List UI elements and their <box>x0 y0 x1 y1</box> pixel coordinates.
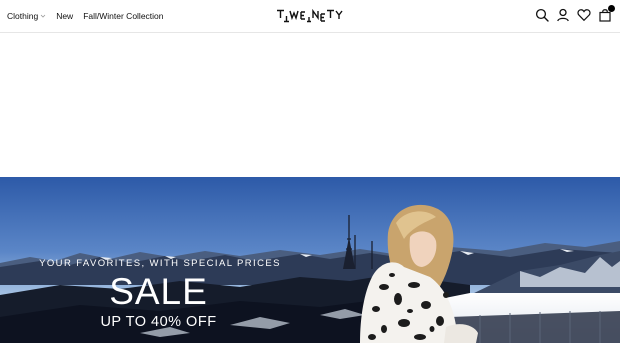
cart-count-badge <box>608 5 615 12</box>
search-icon[interactable] <box>535 8 549 22</box>
brand-logo[interactable] <box>276 8 346 23</box>
hero-text-block: YOUR FAVORITES, WITH SPECIAL PRICES SALE… <box>0 177 325 343</box>
main-nav: Clothing New Fall/Winter Collection <box>7 11 174 21</box>
site-header: Clothing New Fall/Winter Collection <box>0 0 620 33</box>
chevron-down-icon <box>40 14 46 18</box>
content-placeholder <box>0 34 620 177</box>
heart-icon[interactable] <box>577 8 591 22</box>
nav-item-label: Fall/Winter Collection <box>83 11 164 21</box>
nav-item-label: Clothing <box>7 11 39 21</box>
nav-item-new[interactable]: New <box>56 11 73 21</box>
hero-offer[interactable]: UP TO 40% OFF <box>56 315 261 330</box>
brand-logo-mark <box>277 8 343 23</box>
nav-item-clothing[interactable]: Clothing <box>7 11 46 21</box>
nav-item-fall-winter[interactable]: Fall/Winter Collection <box>83 11 163 21</box>
nav-item-label: New <box>56 11 74 21</box>
hero-subtitle: YOUR FAVORITES, WITH SPECIAL PRICES <box>39 258 281 269</box>
header-actions <box>528 5 615 22</box>
account-icon[interactable] <box>556 8 570 22</box>
cart-icon[interactable] <box>598 5 615 22</box>
hero-headline[interactable]: SALE <box>56 273 261 310</box>
hero-banner[interactable]: YOUR FAVORITES, WITH SPECIAL PRICES SALE… <box>0 177 620 343</box>
